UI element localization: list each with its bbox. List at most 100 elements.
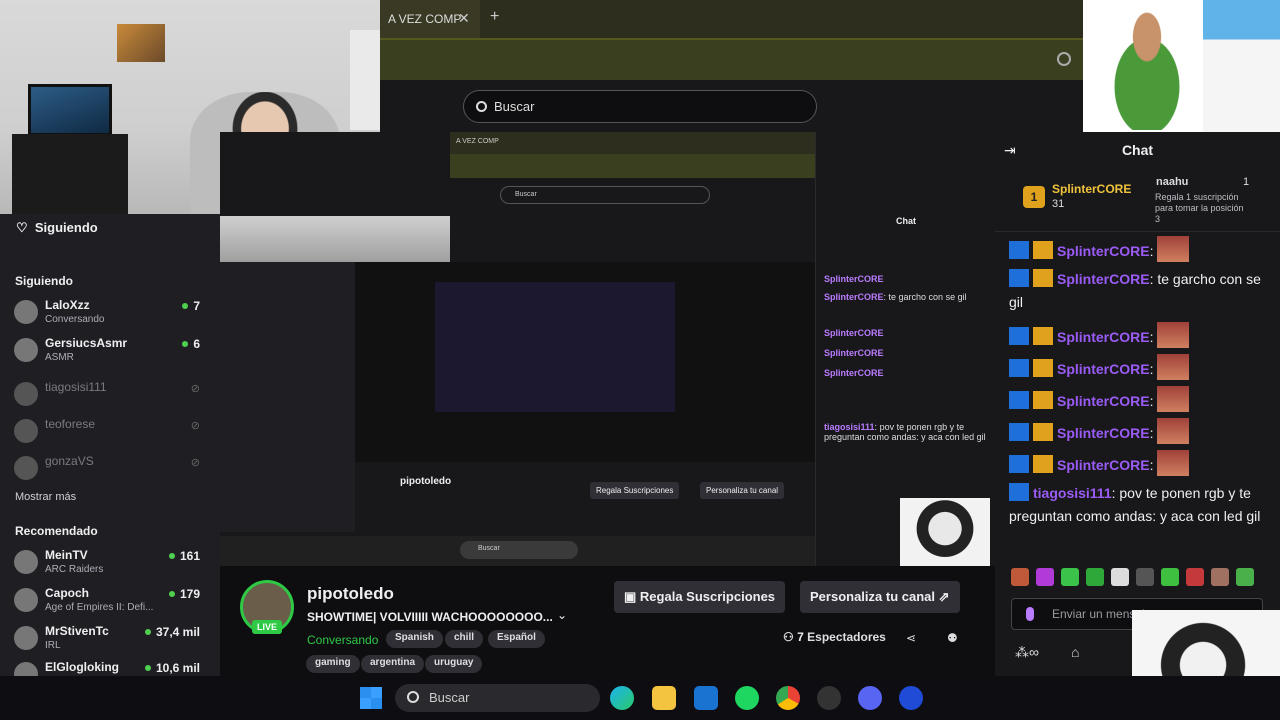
search-input[interactable]: Buscar <box>463 90 817 123</box>
chat-username[interactable]: SplinterCORE <box>1057 329 1150 345</box>
show-more-link[interactable]: Mostrar más <box>15 491 76 503</box>
sidebar-item-laloxzz[interactable]: LaloXzz Conversando 7 <box>14 298 210 332</box>
sidebar-item-capoch[interactable]: Capoch Age of Empires II: Defi... 179 <box>14 586 210 620</box>
tag-argentina[interactable]: argentina <box>361 655 425 673</box>
store-icon[interactable]: ⌂ <box>1071 644 1079 660</box>
chat-username[interactable]: SplinterCORE <box>1057 361 1150 377</box>
broadcaster-badge-icon <box>1009 359 1029 377</box>
gift-subs-label: Regala Suscripciones <box>639 589 776 604</box>
chat-message: SplinterCORE: <box>1009 450 1271 477</box>
mini-taskbar: Buscar <box>220 536 815 566</box>
broadcaster-badge-icon <box>1009 269 1029 287</box>
chrome-icon[interactable] <box>776 686 800 710</box>
mini-chat-line: tiagosisi111: pov te ponen rgb y te preg… <box>824 422 986 442</box>
emote-icon[interactable] <box>1236 568 1254 586</box>
emote-icon[interactable] <box>1061 568 1079 586</box>
channel-points-icon[interactable]: ⁂∞ <box>1015 644 1039 661</box>
ea-app-icon[interactable] <box>899 686 923 710</box>
chevron-down-icon[interactable]: ⌄ <box>557 608 567 622</box>
stream-category[interactable]: Conversando <box>307 633 378 647</box>
channel-name: LaloXzz <box>45 298 90 312</box>
emote-icon[interactable] <box>1036 568 1054 586</box>
chat-username[interactable]: SplinterCORE <box>1057 393 1150 409</box>
emote-icon[interactable] <box>1161 568 1179 586</box>
new-tab-icon[interactable]: + <box>490 8 499 26</box>
chat-username[interactable]: SplinterCORE <box>1057 243 1150 259</box>
add-friend-icon[interactable]: ⚉ <box>947 631 958 645</box>
close-tab-icon[interactable]: ✕ <box>458 10 470 27</box>
chat-username[interactable]: SplinterCORE <box>1057 457 1150 473</box>
windows-taskbar: Buscar <box>0 676 1280 720</box>
mini-video <box>435 282 675 412</box>
sidebar-item-tiagosisi111[interactable]: tiagosisi111 ⊘ <box>14 380 210 414</box>
chat-username[interactable]: SplinterCORE <box>1057 271 1150 287</box>
file-explorer-icon[interactable] <box>652 686 676 710</box>
sidebar-item-gonzavs[interactable]: gonzaVS ⊘ <box>14 454 210 488</box>
sidebar: ♡ Siguiendo Siguiendo LaloXzz Conversand… <box>0 214 220 686</box>
microphone-icon[interactable] <box>1026 607 1034 621</box>
customize-channel-button[interactable]: Personaliza tu canal ⇗ <box>800 581 960 613</box>
emote-icon[interactable] <box>1136 568 1154 586</box>
sidebar-item-gersiucsasmr[interactable]: GersiucsAsmr ASMR 6 <box>14 336 210 370</box>
outlook-icon[interactable] <box>694 686 718 710</box>
emote-icon[interactable] <box>1011 568 1029 586</box>
doctor-cartoon <box>1203 0 1280 132</box>
nested-stream-view[interactable]: A VEZ COMP Buscar pipotoledo Regala Susc… <box>220 132 995 566</box>
edge-icon[interactable] <box>610 686 634 710</box>
leader1-name[interactable]: SplinterCORE <box>1052 182 1131 196</box>
mini-chat-line: SplinterCORE <box>824 328 989 338</box>
viewer-count: 10,6 mil <box>145 661 200 675</box>
emote-icon[interactable] <box>1111 568 1129 586</box>
leader-prompt[interactable]: Regala 1 suscripción para tomar la posic… <box>1155 192 1251 225</box>
viewer-count: ⚇ 7 Espectadores <box>783 630 886 644</box>
channel-category: ARC Raiders <box>45 564 104 575</box>
sidebar-item-mrstiventc[interactable]: MrStivenTc IRL 37,4 mil <box>14 624 210 658</box>
chat-title: Chat <box>1121 142 1154 158</box>
streamer-name[interactable]: pipotoledo <box>307 584 394 604</box>
taskbar-search-label: Buscar <box>429 690 470 705</box>
emote-icon[interactable] <box>1086 568 1104 586</box>
mini-sidebar <box>220 262 355 532</box>
mini-taskbar-search: Buscar <box>460 541 578 559</box>
leader1-subs: 31 <box>1052 198 1065 210</box>
chat-username[interactable]: SplinterCORE <box>1057 425 1150 441</box>
mini-cartoon-face <box>900 498 990 566</box>
emote-icon[interactable] <box>1186 568 1204 586</box>
share-icon[interactable]: ⋖ <box>906 631 916 645</box>
tag-spanish[interactable]: Spanish <box>386 630 443 648</box>
mini-streamer-name: pipotoledo <box>400 476 452 487</box>
sidebar-header[interactable]: ♡ Siguiendo <box>16 220 98 236</box>
search-icon[interactable] <box>1057 52 1071 66</box>
crown-badge-icon <box>1033 423 1053 441</box>
channel-name: Capoch <box>45 586 90 600</box>
spotify-icon[interactable] <box>735 686 759 710</box>
broadcaster-badge-icon <box>1009 391 1029 409</box>
emote-icon <box>1157 418 1190 444</box>
mini-customize-button: Personaliza tu canal <box>700 482 785 499</box>
leader2-name[interactable]: naahu <box>1156 176 1188 188</box>
emote-icon[interactable] <box>1211 568 1229 586</box>
tag-chill[interactable]: chill <box>445 630 484 648</box>
mini-chat-line: SplinterCORE <box>824 274 989 284</box>
address-bar[interactable] <box>380 38 1083 80</box>
sidebar-item-teoforese[interactable]: teoforese ⊘ <box>14 417 210 451</box>
avatar <box>14 626 38 650</box>
gift-subs-button[interactable]: ▣ Regala Suscripciones <box>614 581 786 613</box>
crown-badge-icon <box>1033 455 1053 473</box>
sidebar-item-meintv[interactable]: MeinTV ARC Raiders 161 <box>14 548 210 582</box>
chat-username[interactable]: tiagosisi111 <box>1033 485 1112 501</box>
tag-uruguay[interactable]: uruguay <box>425 655 483 673</box>
discord-icon[interactable] <box>858 686 882 710</box>
chat-message: SplinterCORE: <box>1009 354 1271 381</box>
viewer-count: 6 <box>182 337 200 351</box>
steam-icon[interactable] <box>817 686 841 710</box>
mini-tab-title: A VEZ COMP <box>456 138 499 145</box>
gift-icon: ▣ <box>624 589 637 604</box>
tag-espanol[interactable]: Español <box>488 630 545 648</box>
broadcaster-badge-icon <box>1009 327 1029 345</box>
mini-player <box>355 262 815 462</box>
crown-badge-icon <box>1033 359 1053 377</box>
windows-start-icon[interactable] <box>360 687 382 709</box>
taskbar-search[interactable]: Buscar <box>395 684 600 712</box>
tag-gaming[interactable]: gaming <box>306 655 360 673</box>
